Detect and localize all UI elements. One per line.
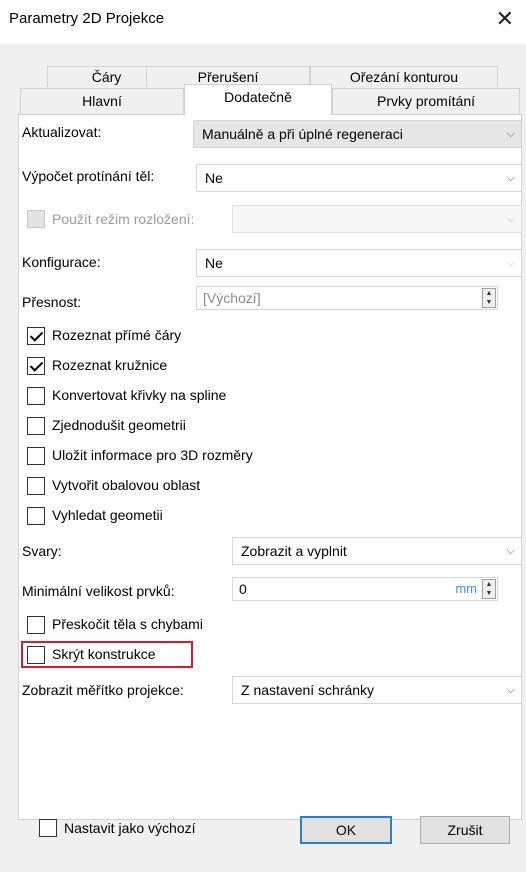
chevron-down-icon: ⌵ — [506, 257, 515, 269]
vypocet-select[interactable]: Ne ⌵ — [196, 164, 522, 192]
nastavit-vychozi-label: Nastavit jako výchozí — [64, 820, 196, 836]
konvertovat-krivky-checkbox[interactable] — [27, 387, 45, 405]
aktualizovat-value: Manuálně a při úplné regeneraci — [202, 126, 403, 142]
vypocet-label: Výpočet protínání těl: — [22, 168, 155, 184]
rozeznat-primne-cary-checkbox[interactable] — [27, 327, 45, 345]
chevron-down-icon: ⌵ — [506, 128, 515, 140]
presnost-input[interactable]: [Výchozí] ▲ ▼ — [196, 286, 498, 310]
rozeznat-primne-cary-label: Rozeznat přímé čáry — [52, 327, 182, 343]
min-velikost-label: Minimální velikost prvků: — [22, 583, 175, 599]
presnost-label: Přesnost: — [22, 294, 82, 310]
min-velikost-input[interactable]: 0 mm ▲ ▼ — [232, 577, 498, 601]
meritko-label: Zobrazit měřítko projekce: — [22, 682, 184, 698]
ok-button[interactable]: OK — [300, 816, 392, 844]
svary-label: Svary: — [22, 543, 62, 559]
konfigurace-label: Konfigurace: — [22, 254, 101, 270]
skryt-konstrukce-label: Skrýt konstrukce — [52, 646, 156, 662]
svary-value: Zobrazit a vyplnit — [241, 543, 347, 559]
tab-dodatecne[interactable]: Dodatečně — [184, 84, 332, 115]
window-title: Parametry 2D Projekce — [9, 10, 165, 27]
min-velikost-value: 0 — [239, 581, 247, 597]
chevron-down-icon: ⌵ — [506, 684, 515, 696]
svary-select[interactable]: Zobrazit a vyplnit ⌵ — [232, 537, 522, 565]
obalova-oblast-checkbox[interactable] — [27, 477, 45, 495]
rezim-select[interactable]: ⌵ — [232, 205, 522, 233]
rezim-label: Použít režim rozložení: — [52, 211, 195, 227]
presnost-placeholder: [Výchozí] — [203, 290, 261, 306]
preskocit-tela-checkbox[interactable] — [27, 616, 45, 634]
konfigurace-value: Ne — [205, 255, 223, 271]
chevron-down-icon: ⌵ — [506, 213, 515, 225]
vyhledat-geometii-label: Vyhledat geometii — [52, 507, 163, 523]
close-icon[interactable]: ✕ — [496, 6, 514, 32]
zjednodusit-geometrii-checkbox[interactable] — [27, 417, 45, 435]
zjednodusit-geometrii-label: Zjednodušit geometrii — [52, 417, 186, 433]
obalova-oblast-label: Vytvořit obalovou oblast — [52, 477, 201, 493]
ulozit-3d-rozmery-label: Uložit informace pro 3D rozměry — [52, 447, 253, 463]
meritko-select[interactable]: Z nastavení schránky ⌵ — [232, 676, 522, 704]
rozeznat-kruznice-label: Rozeznat kružnice — [52, 357, 168, 373]
tab-orezani-konturou[interactable]: Ořezání konturou — [310, 66, 498, 87]
rozeznat-kruznice-checkbox[interactable] — [27, 357, 45, 375]
meritko-value: Z nastavení schránky — [241, 682, 375, 698]
presnost-stepper[interactable]: ▲ ▼ — [482, 288, 496, 308]
min-velikost-unit: mm — [455, 581, 477, 596]
chevron-down-icon: ⌵ — [506, 172, 515, 184]
rezim-checkbox[interactable] — [27, 210, 45, 228]
chevron-down-icon: ⌵ — [506, 545, 515, 557]
skryt-konstrukce-checkbox[interactable] — [27, 646, 45, 664]
konfigurace-select[interactable]: Ne ⌵ — [196, 249, 522, 277]
preskocit-tela-label: Přeskočit těla s chybami — [52, 616, 203, 632]
tab-hlavni[interactable]: Hlavní — [20, 88, 184, 114]
aktualizovat-label: Aktualizovat: — [22, 124, 102, 140]
tab-prvky-promitani[interactable]: Prvky promítání — [332, 88, 520, 114]
vypocet-value: Ne — [205, 170, 223, 186]
nastavit-vychozi-checkbox[interactable] — [39, 819, 57, 837]
cancel-button[interactable]: Zrušit — [420, 816, 510, 844]
min-velikost-stepper[interactable]: ▲ ▼ — [482, 579, 496, 599]
ulozit-3d-rozmery-checkbox[interactable] — [27, 447, 45, 465]
aktualizovat-select[interactable]: Manuálně a při úplné regeneraci ⌵ — [193, 120, 522, 148]
title-bar: Parametry 2D Projekce ✕ — [0, 0, 526, 44]
konvertovat-krivky-label: Konvertovat křivky na spline — [52, 387, 227, 403]
vyhledat-geometii-checkbox[interactable] — [27, 507, 45, 525]
